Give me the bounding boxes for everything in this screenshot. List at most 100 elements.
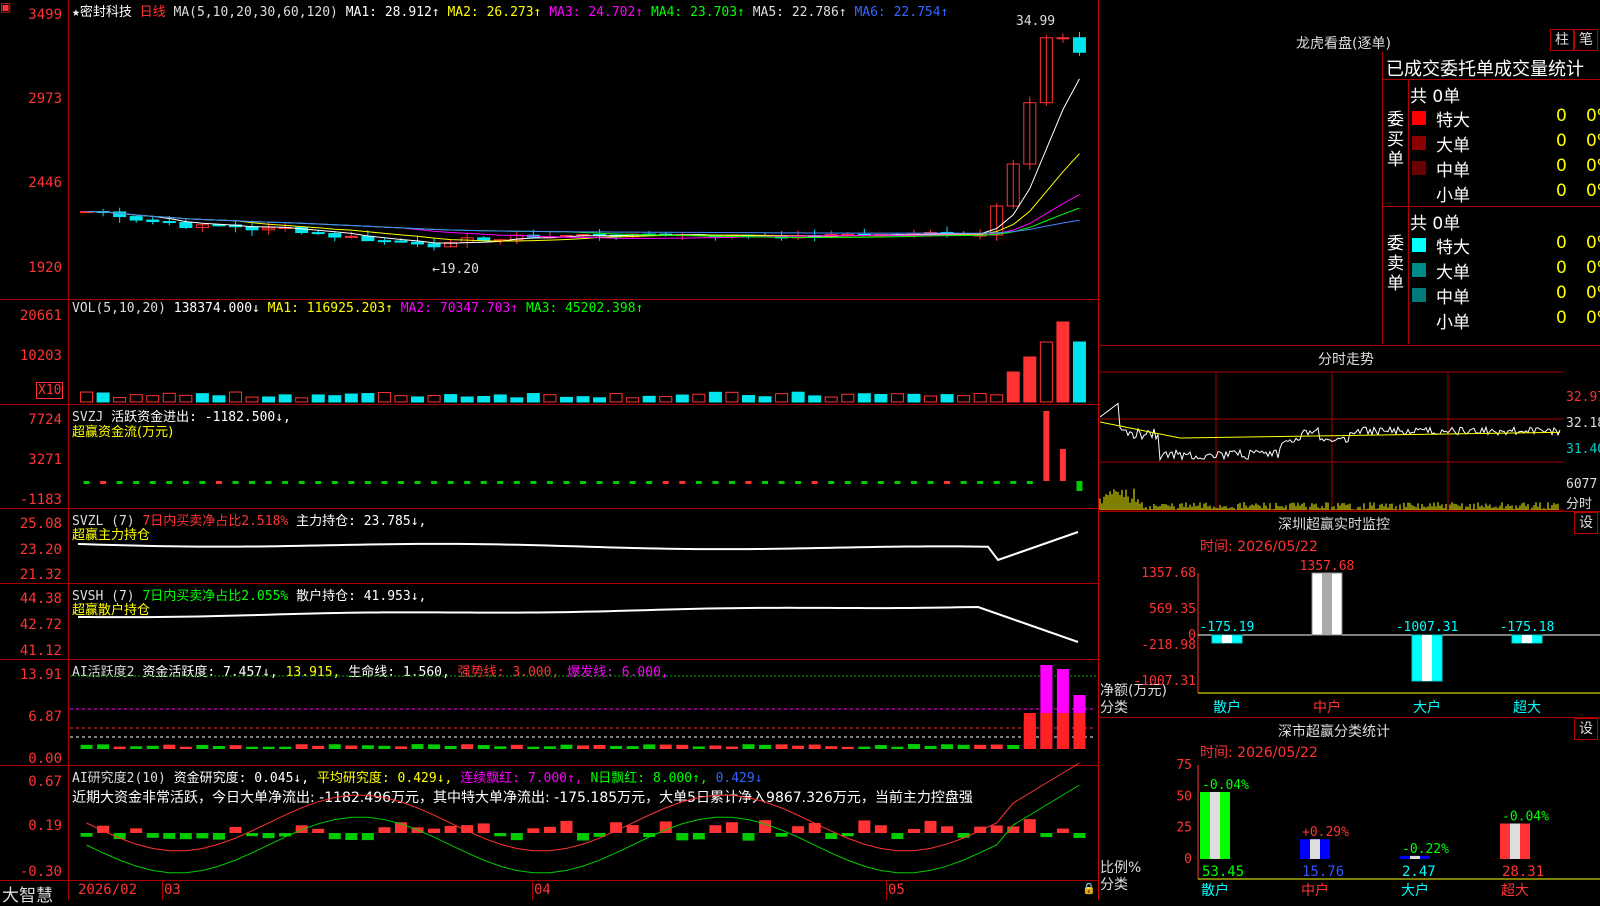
class-value-label: 2.47 [1402,864,1436,880]
volume-bar [1039,341,1053,403]
ai-activity-axis-tick: 13.91 [19,667,62,683]
period-label[interactable]: 日线 [140,5,166,20]
class-bar-shade [1310,839,1320,859]
class-category-label: 散户 [1201,882,1229,899]
volume-bar [444,394,458,403]
price-axis-tick: 2446 [28,175,62,191]
class-settings-button[interactable]: 设 [1574,718,1598,740]
ai-research-bar [1040,833,1053,838]
ai-activity-bar [825,746,838,749]
volume-bar [791,391,805,403]
ai-activity-bar [345,745,358,749]
volume-bar [940,394,954,403]
lock-icon[interactable]: 🔒 [1082,882,1096,895]
brand-logo: 大智慧 [2,886,53,906]
ai-activity-bar [692,746,705,749]
ai-activity-chart [70,665,1096,749]
ai-research-bar [494,833,507,837]
intraday-axis-tick: 31.40 [1566,442,1600,457]
volume-bar [775,393,789,403]
ai-research-bar [146,833,159,838]
ma-line [86,78,1080,244]
ai-activity-bar [759,744,772,749]
candle-body [129,216,143,221]
order-percent: 0% [1586,233,1600,253]
volume-bar [146,395,160,403]
volume-bar [477,395,491,403]
svsh-axis-tick: 44.38 [19,591,62,607]
ai-research-bar [841,833,854,837]
order-type-label: 中单 [1436,288,1470,308]
ai-activity-bar [212,746,225,749]
ai-activity-axis-tick: 0.00 [28,751,62,767]
fund-flow-bar [513,481,520,484]
candlestick-chart[interactable] [70,20,1096,296]
ai-research-bar [378,827,391,833]
fund-flow-bar [182,481,189,484]
volume-bar [195,393,209,403]
volume-bar [957,395,971,403]
ai-research-bar [361,833,374,841]
ai-research-bar [577,833,589,841]
intraday-axis-tick: 32.18 [1566,416,1600,431]
ai-activity-bar [709,745,722,749]
ai-research-bar [792,826,805,833]
fund-flow-bar [100,481,107,484]
order-percent: 0% [1586,131,1600,151]
fund-flow-bar [629,481,636,484]
monitor-settings-button[interactable]: 设 [1574,512,1598,534]
vol-unit[interactable]: X10 [36,382,64,399]
fund-flow-bar [199,481,206,484]
date-tick: 2026/02 [78,882,138,898]
ai-activity-bar [113,746,126,749]
ai-activity-bar [775,744,788,749]
fund-flow-bar [116,481,123,484]
ai-research-bar [858,820,871,833]
volume-bar [725,391,739,403]
fund-flow-bar [596,481,603,484]
vol-axis-tick: 10203 [19,348,62,364]
order-percent: 0% [1586,181,1600,201]
volume-bar [708,391,722,403]
ai-research-bar [874,825,887,833]
ai-activity-bar [411,744,424,749]
candle-body [427,243,441,248]
fund-flow-bar [844,481,851,484]
ai-activity-bar [874,745,887,749]
fund-flow-bar [133,481,140,484]
order-count: 0 [1556,181,1567,201]
volume-bar [278,394,292,403]
ai-research-bar [212,833,225,840]
main-holding-chart [77,531,1079,562]
chart-area[interactable]: ▣ ★密封科技 日线 MA(5,10,20,30,60,120) MA1: 28… [0,0,1100,906]
ai-activity-bar [295,744,308,749]
ai-research-axis-tick: 0.19 [28,818,62,834]
svzj-axis-tick: -1183 [19,492,62,508]
candle-body [377,240,391,243]
bar-mode-button[interactable]: 柱 [1550,29,1574,51]
svsh-axis-tick: 42.72 [19,617,62,633]
ai-activity-bar [907,744,920,749]
order-percent: 0% [1586,283,1600,303]
intraday-chart[interactable] [1099,371,1564,511]
order-percent: 0% [1586,258,1600,278]
ai-activity-bar [941,744,954,749]
monitor-axis-tick: -218.98 [1141,638,1196,653]
price-axis-tick: 2973 [28,91,62,107]
ai-research-bar [179,833,192,840]
volume-bar [824,396,838,403]
ai-activity-axis-tick: 6.87 [28,709,62,725]
fund-flow-bar [910,481,917,484]
ai-activity-bar [246,746,259,749]
fund-flow-bar [563,481,570,484]
volume-bar [576,396,590,403]
ma2-value: MA2: 26.273↑ [447,5,542,20]
ai-activity-bar [990,744,1003,749]
pen-mode-button[interactable]: 笔 [1574,29,1598,51]
volume-bar [1023,356,1037,403]
fund-flow-bar [166,481,173,484]
volume-bar [361,393,375,403]
monitor-bar-shade [1422,635,1432,681]
fund-flow-bar [364,481,371,484]
fund-flow-bar [795,481,802,484]
